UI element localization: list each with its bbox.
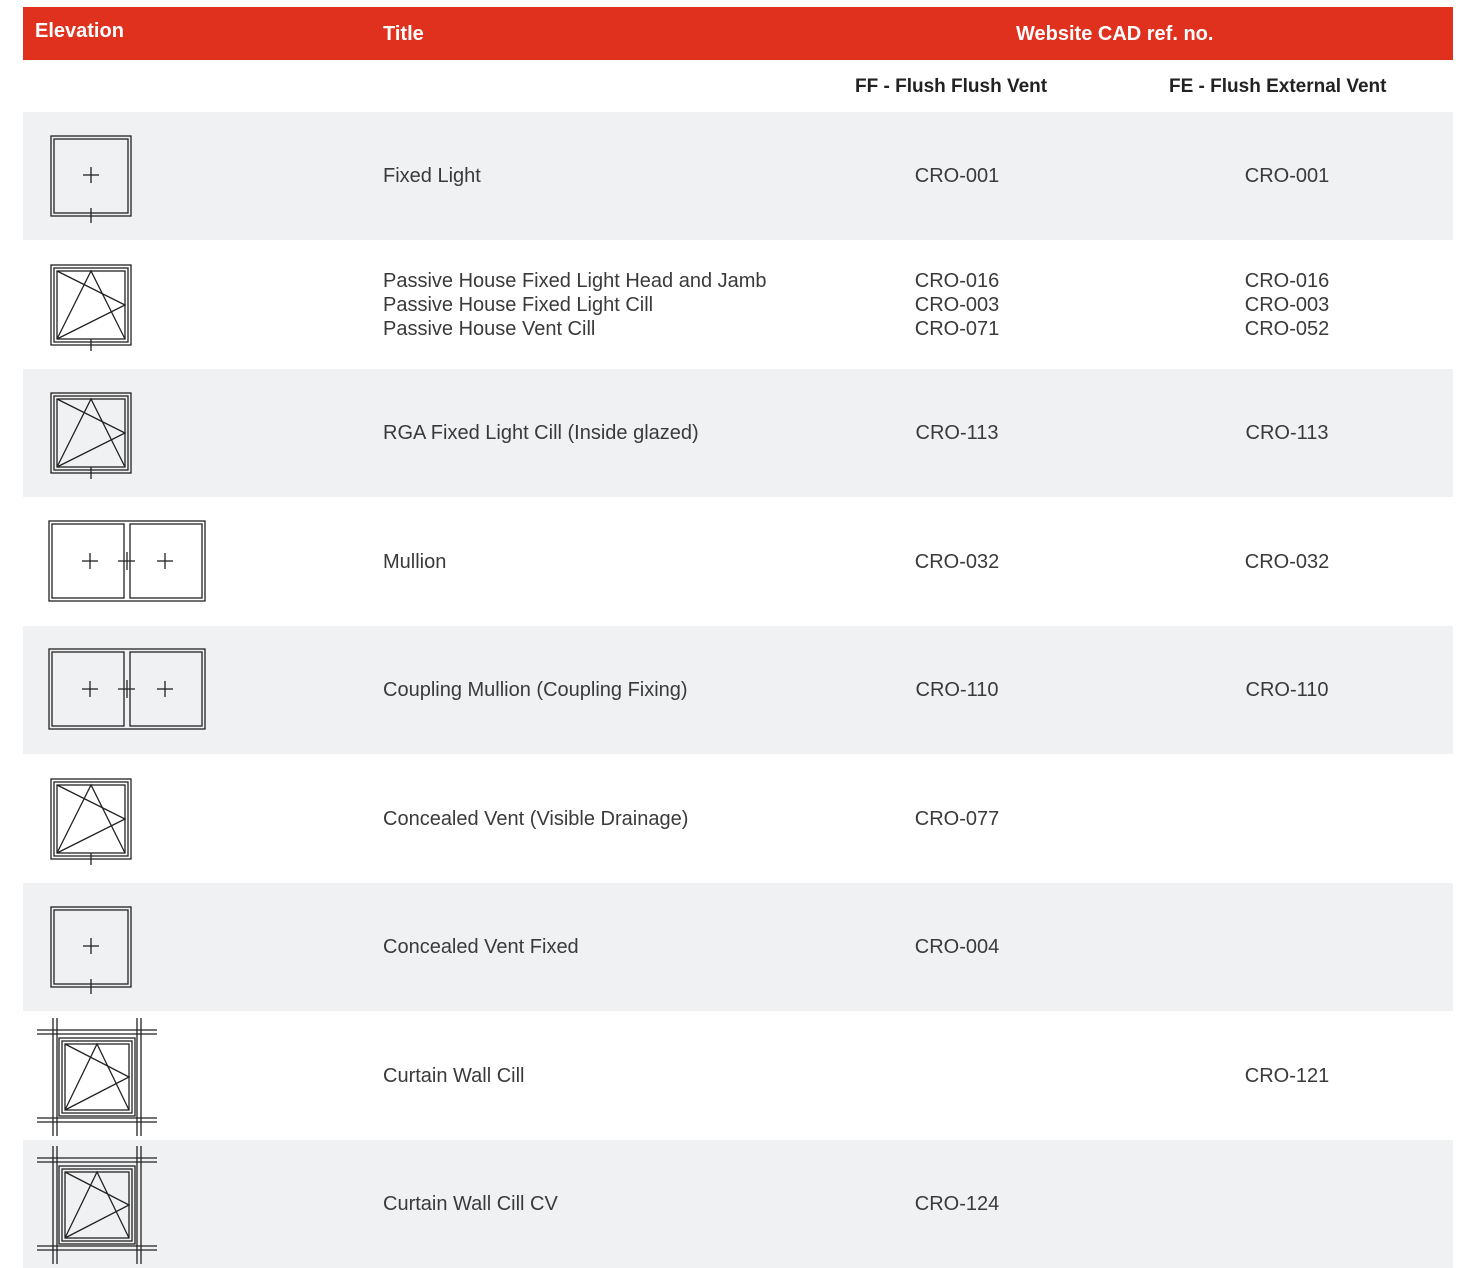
- row-title: Concealed Vent (Visible Drainage): [383, 808, 689, 830]
- row-title-cell: Curtain Wall Cill: [383, 1064, 525, 1088]
- fe-ref: CRO-121: [1244, 1065, 1330, 1087]
- fe-ref-cell: CRO-016 CRO-003 CRO-052: [1183, 269, 1391, 341]
- elevation-column-header: Elevation: [35, 20, 124, 42]
- ff-ref: CRO-071: [914, 318, 1000, 340]
- fe-ref: CRO-001: [1244, 165, 1330, 187]
- row-title: Mullion: [383, 551, 447, 573]
- table-row: Curtain Wall Cill CRO-121: [23, 1012, 1453, 1140]
- vent-elevation-icon: [50, 392, 132, 479]
- vent-elevation-icon: [50, 264, 132, 351]
- fe-ref-cell: CRO-001: [1183, 164, 1391, 188]
- row-title: Passive House Fixed Light Cill: [383, 294, 654, 316]
- row-title: Fixed Light: [383, 165, 481, 187]
- table-row: Mullion CRO-032 CRO-032: [23, 498, 1453, 626]
- row-title: Curtain Wall Cill: [383, 1065, 525, 1087]
- row-title: Passive House Fixed Light Head and Jamb: [383, 270, 767, 292]
- ff-ref-cell: CRO-113: [853, 421, 1061, 445]
- row-title-cell: Mullion: [383, 550, 446, 574]
- coupling-mullion-elevation-icon: [48, 648, 206, 730]
- table-header: Elevation Title Website CAD ref. no.: [23, 7, 1453, 60]
- fe-ref: CRO-003: [1244, 294, 1330, 316]
- ff-subheader: FF - Flush Flush Vent: [855, 76, 1048, 97]
- cad-ref-column-header: Website CAD ref. no.: [1016, 23, 1214, 45]
- ff-ref: CRO-003: [914, 294, 1000, 316]
- ff-ref: CRO-004: [914, 936, 1000, 958]
- fe-ref: CRO-110: [1245, 679, 1329, 701]
- curtain-wall-elevation-icon: [37, 1018, 157, 1136]
- row-title-cell: Curtain Wall Cill CV: [383, 1192, 558, 1216]
- row-title: Curtain Wall Cill CV: [383, 1193, 558, 1215]
- ff-ref-cell: CRO-004: [853, 935, 1061, 959]
- ff-ref: CRO-113: [915, 422, 999, 444]
- ff-ref-cell: CRO-110: [853, 678, 1061, 702]
- ff-ref: CRO-032: [914, 551, 1000, 573]
- vent-elevation-icon: [50, 778, 132, 865]
- fe-ref: CRO-113: [1245, 422, 1329, 444]
- table-row: RGA Fixed Light Cill (Inside glazed) CRO-…: [23, 369, 1453, 497]
- row-title-cell: Coupling Mullion (Coupling Fixing): [383, 678, 688, 702]
- fe-subheader: FE - Flush External Vent: [1169, 76, 1387, 97]
- row-title-cell: Concealed Vent (Visible Drainage): [383, 807, 688, 831]
- ff-ref-cell: CRO-124: [853, 1192, 1061, 1216]
- fe-ref-cell: CRO-032: [1183, 550, 1391, 574]
- row-title: Concealed Vent Fixed: [383, 936, 579, 958]
- row-title-cell: Concealed Vent Fixed: [383, 935, 579, 959]
- row-title-cell: Fixed Light: [383, 164, 481, 188]
- ff-ref-cell: CRO-016 CRO-003 CRO-071: [853, 269, 1061, 341]
- row-title: RGA Fixed Light Cill (Inside glazed): [383, 422, 699, 444]
- fe-ref: CRO-052: [1244, 318, 1330, 340]
- table-row: Curtain Wall Cill CV CRO-124: [23, 1140, 1453, 1268]
- mullion-elevation-icon: [48, 520, 206, 602]
- row-title-cell: RGA Fixed Light Cill (Inside glazed): [383, 421, 699, 445]
- ff-ref: CRO-001: [914, 165, 1000, 187]
- row-title: Passive House Vent Cill: [383, 318, 596, 340]
- ff-ref-cell: CRO-001: [853, 164, 1061, 188]
- ff-ref: CRO-016: [914, 270, 1000, 292]
- row-title-cell: Passive House Fixed Light Head and Jamb P…: [383, 269, 767, 341]
- curtain-wall-elevation-icon: [37, 1146, 157, 1264]
- fe-ref-cell: CRO-121: [1183, 1064, 1391, 1088]
- row-title: Coupling Mullion (Coupling Fixing): [383, 679, 688, 701]
- table-row: Concealed Vent Fixed CRO-004: [23, 883, 1453, 1011]
- ff-ref-cell: CRO-032: [853, 550, 1061, 574]
- ff-ref: CRO-077: [914, 808, 1000, 830]
- fe-ref-cell: CRO-113: [1183, 421, 1391, 445]
- ff-ref: CRO-124: [914, 1193, 1000, 1215]
- table-row: Fixed Light CRO-001 CRO-001: [23, 112, 1453, 240]
- fe-ref: CRO-016: [1244, 270, 1330, 292]
- fixed-light-elevation-icon: [50, 906, 132, 994]
- ff-ref-cell: CRO-077: [853, 807, 1061, 831]
- title-column-header: Title: [383, 23, 424, 45]
- fixed-light-elevation-icon: [50, 135, 132, 223]
- table-row: Coupling Mullion (Coupling Fixing) CRO-11…: [23, 626, 1453, 754]
- fe-ref-cell: CRO-110: [1183, 678, 1391, 702]
- ff-ref: CRO-110: [915, 679, 999, 701]
- table-row: Concealed Vent (Visible Drainage) CRO-077: [23, 755, 1453, 883]
- table-row: Passive House Fixed Light Head and Jamb P…: [23, 241, 1453, 369]
- fe-ref: CRO-032: [1244, 551, 1330, 573]
